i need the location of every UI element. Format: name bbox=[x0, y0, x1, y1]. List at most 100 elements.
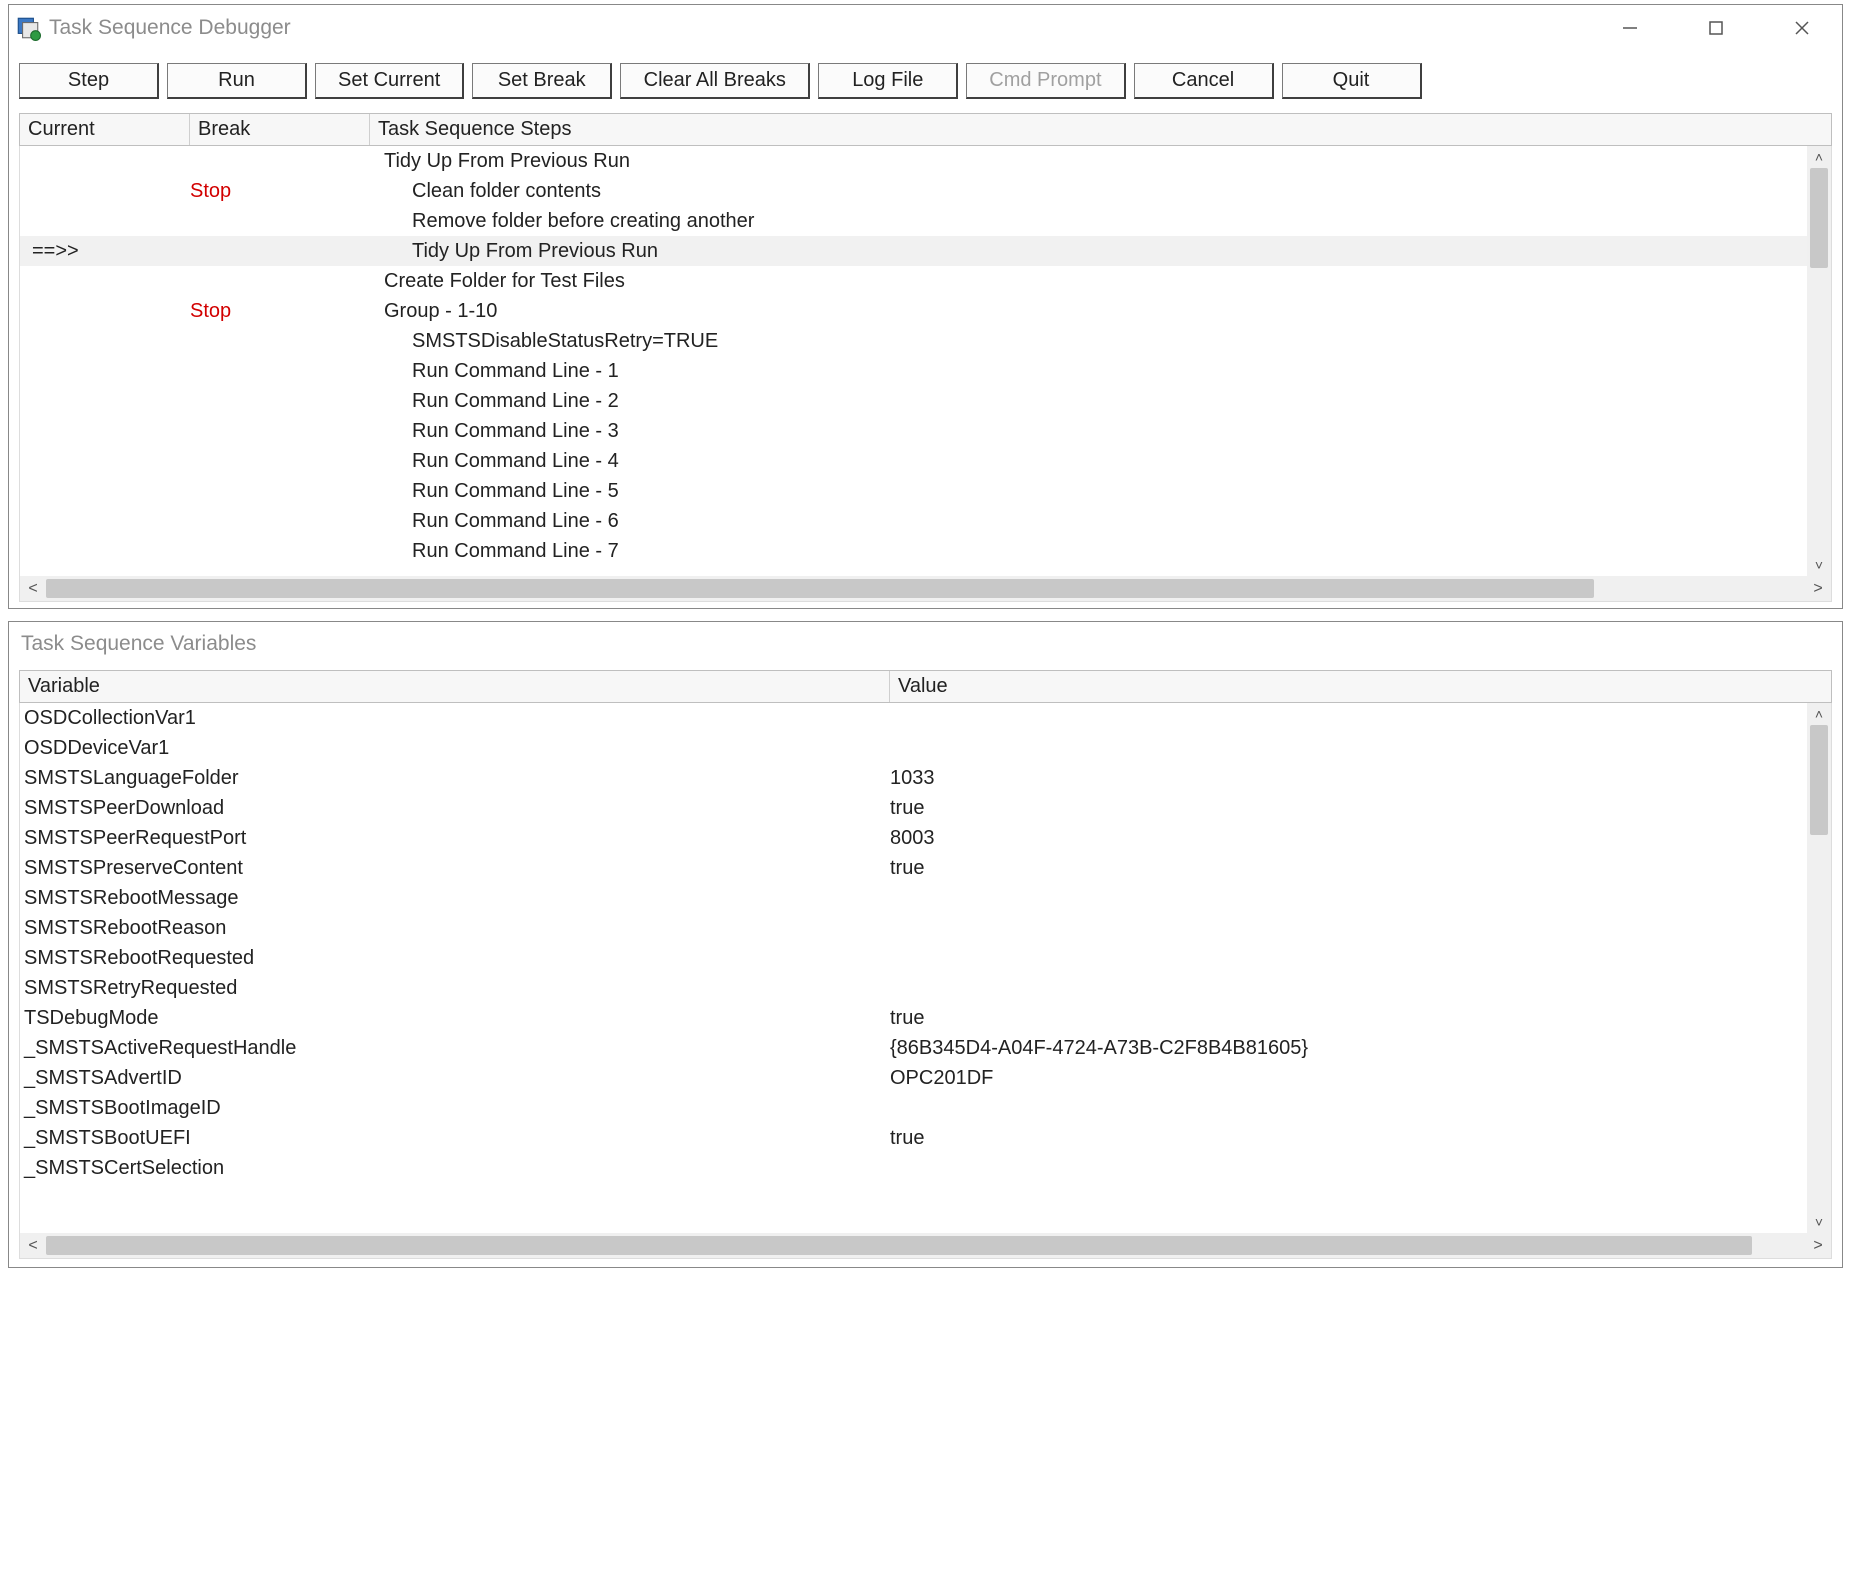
step-row[interactable]: Run Command Line - 4 bbox=[20, 446, 1831, 476]
scroll-right-icon[interactable]: > bbox=[1805, 1237, 1831, 1255]
variable-row[interactable]: _SMSTSBootImageID bbox=[20, 1093, 1831, 1123]
variables-title: Task Sequence Variables bbox=[9, 622, 1842, 670]
horizontal-scrollbar[interactable]: < > bbox=[19, 1233, 1832, 1259]
variable-value bbox=[890, 913, 1831, 943]
variable-row[interactable]: OSDCollectionVar1 bbox=[20, 703, 1831, 733]
step-current-marker bbox=[20, 326, 190, 356]
variable-row[interactable]: _SMSTSActiveRequestHandle{86B345D4-A04F-… bbox=[20, 1033, 1831, 1063]
step-current-marker bbox=[20, 146, 190, 176]
variable-row[interactable]: SMSTSRebootReason bbox=[20, 913, 1831, 943]
scroll-hthumb[interactable] bbox=[46, 579, 1594, 598]
clear-breaks-button[interactable]: Clear All Breaks bbox=[620, 63, 810, 99]
maximize-button[interactable] bbox=[1694, 10, 1738, 46]
column-break[interactable]: Break bbox=[190, 114, 370, 145]
set-break-button[interactable]: Set Break bbox=[472, 63, 612, 99]
variable-name: SMSTSPreserveContent bbox=[20, 853, 890, 883]
scroll-up-icon[interactable]: ˄ bbox=[1807, 703, 1831, 725]
scroll-up-icon[interactable]: ˄ bbox=[1807, 146, 1831, 168]
variable-name: _SMSTSBootUEFI bbox=[20, 1123, 890, 1153]
variable-name: OSDDeviceVar1 bbox=[20, 733, 890, 763]
variable-value: 1033 bbox=[890, 763, 1831, 793]
scroll-track[interactable] bbox=[46, 1233, 1805, 1258]
scroll-thumb[interactable] bbox=[1810, 725, 1828, 835]
variable-value bbox=[890, 883, 1831, 913]
step-current-marker bbox=[20, 536, 190, 566]
scroll-track[interactable] bbox=[46, 576, 1805, 601]
step-break-marker bbox=[190, 236, 370, 266]
step-break-marker bbox=[190, 506, 370, 536]
horizontal-scrollbar[interactable]: < > bbox=[19, 576, 1832, 602]
scroll-down-icon[interactable]: ˅ bbox=[1807, 554, 1831, 576]
variable-row[interactable]: _SMSTSBootUEFItrue bbox=[20, 1123, 1831, 1153]
step-text: Remove folder before creating another bbox=[370, 206, 1831, 236]
run-button[interactable]: Run bbox=[167, 63, 307, 99]
step-row[interactable]: Tidy Up From Previous Run bbox=[20, 146, 1831, 176]
variable-value: 8003 bbox=[890, 823, 1831, 853]
vertical-scrollbar[interactable]: ˄ ˅ bbox=[1807, 146, 1831, 576]
column-current[interactable]: Current bbox=[20, 114, 190, 145]
step-row[interactable]: ==>>Tidy Up From Previous Run bbox=[20, 236, 1831, 266]
close-button[interactable] bbox=[1780, 10, 1824, 46]
variable-row[interactable]: SMSTSLanguageFolder1033 bbox=[20, 763, 1831, 793]
variable-row[interactable]: SMSTSRetryRequested bbox=[20, 973, 1831, 1003]
variable-name: _SMSTSCertSelection bbox=[20, 1153, 890, 1183]
cancel-button[interactable]: Cancel bbox=[1134, 63, 1274, 99]
variables-window: Task Sequence Variables Variable Value O… bbox=[8, 621, 1843, 1268]
column-value[interactable]: Value bbox=[890, 671, 1831, 702]
step-row[interactable]: Run Command Line - 3 bbox=[20, 416, 1831, 446]
variable-row[interactable]: SMSTSPreserveContenttrue bbox=[20, 853, 1831, 883]
variables-body[interactable]: OSDCollectionVar1OSDDeviceVar1SMSTSLangu… bbox=[19, 703, 1832, 1233]
variable-row[interactable]: _SMSTSCertSelection bbox=[20, 1153, 1831, 1183]
variable-row[interactable]: OSDDeviceVar1 bbox=[20, 733, 1831, 763]
scroll-hthumb[interactable] bbox=[46, 1236, 1752, 1255]
step-current-marker bbox=[20, 176, 190, 206]
variable-value: {86B345D4-A04F-4724-A73B-C2F8B4B81605} bbox=[890, 1033, 1831, 1063]
column-steps[interactable]: Task Sequence Steps bbox=[370, 114, 1831, 145]
scroll-down-icon[interactable]: ˅ bbox=[1807, 1211, 1831, 1233]
step-break-marker bbox=[190, 416, 370, 446]
variable-row[interactable]: TSDebugModetrue bbox=[20, 1003, 1831, 1033]
vertical-scrollbar[interactable]: ˄ ˅ bbox=[1807, 703, 1831, 1233]
step-row[interactable]: Run Command Line - 2 bbox=[20, 386, 1831, 416]
step-row[interactable]: Create Folder for Test Files bbox=[20, 266, 1831, 296]
step-row[interactable]: Run Command Line - 6 bbox=[20, 506, 1831, 536]
quit-button[interactable]: Quit bbox=[1282, 63, 1422, 99]
step-row[interactable]: Run Command Line - 7 bbox=[20, 536, 1831, 566]
minimize-button[interactable] bbox=[1608, 10, 1652, 46]
variable-value bbox=[890, 1093, 1831, 1123]
variable-row[interactable]: SMSTSPeerDownloadtrue bbox=[20, 793, 1831, 823]
variable-value: true bbox=[890, 793, 1831, 823]
variable-name: SMSTSPeerDownload bbox=[20, 793, 890, 823]
step-row[interactable]: Remove folder before creating another bbox=[20, 206, 1831, 236]
step-row[interactable]: Run Command Line - 1 bbox=[20, 356, 1831, 386]
step-row[interactable]: SMSTSDisableStatusRetry=TRUE bbox=[20, 326, 1831, 356]
step-current-marker bbox=[20, 416, 190, 446]
variable-row[interactable]: SMSTSRebootRequested bbox=[20, 943, 1831, 973]
step-text: Run Command Line - 5 bbox=[370, 476, 1831, 506]
step-row[interactable]: StopClean folder contents bbox=[20, 176, 1831, 206]
step-row[interactable]: Run Command Line - 5 bbox=[20, 476, 1831, 506]
step-text: Tidy Up From Previous Run bbox=[370, 146, 1831, 176]
variable-row[interactable]: SMSTSRebootMessage bbox=[20, 883, 1831, 913]
log-file-button[interactable]: Log File bbox=[818, 63, 958, 99]
variable-row[interactable]: _SMSTSAdvertIDOPC201DF bbox=[20, 1063, 1831, 1093]
scroll-left-icon[interactable]: < bbox=[20, 580, 46, 598]
step-current-marker bbox=[20, 266, 190, 296]
steps-body[interactable]: Tidy Up From Previous RunStopClean folde… bbox=[19, 146, 1832, 576]
window-title: Task Sequence Debugger bbox=[49, 16, 1608, 40]
step-text: Tidy Up From Previous Run bbox=[370, 236, 1831, 266]
variable-name: OSDCollectionVar1 bbox=[20, 703, 890, 733]
variable-name: SMSTSRebootMessage bbox=[20, 883, 890, 913]
step-button[interactable]: Step bbox=[19, 63, 159, 99]
variable-row[interactable]: SMSTSPeerRequestPort8003 bbox=[20, 823, 1831, 853]
scroll-right-icon[interactable]: > bbox=[1805, 580, 1831, 598]
set-current-button[interactable]: Set Current bbox=[315, 63, 464, 99]
scroll-thumb[interactable] bbox=[1810, 168, 1828, 268]
step-text: Run Command Line - 3 bbox=[370, 416, 1831, 446]
step-break-marker bbox=[190, 356, 370, 386]
column-variable[interactable]: Variable bbox=[20, 671, 890, 702]
variable-value bbox=[890, 733, 1831, 763]
step-row[interactable]: StopGroup - 1-10 bbox=[20, 296, 1831, 326]
step-current-marker bbox=[20, 356, 190, 386]
scroll-left-icon[interactable]: < bbox=[20, 1237, 46, 1255]
